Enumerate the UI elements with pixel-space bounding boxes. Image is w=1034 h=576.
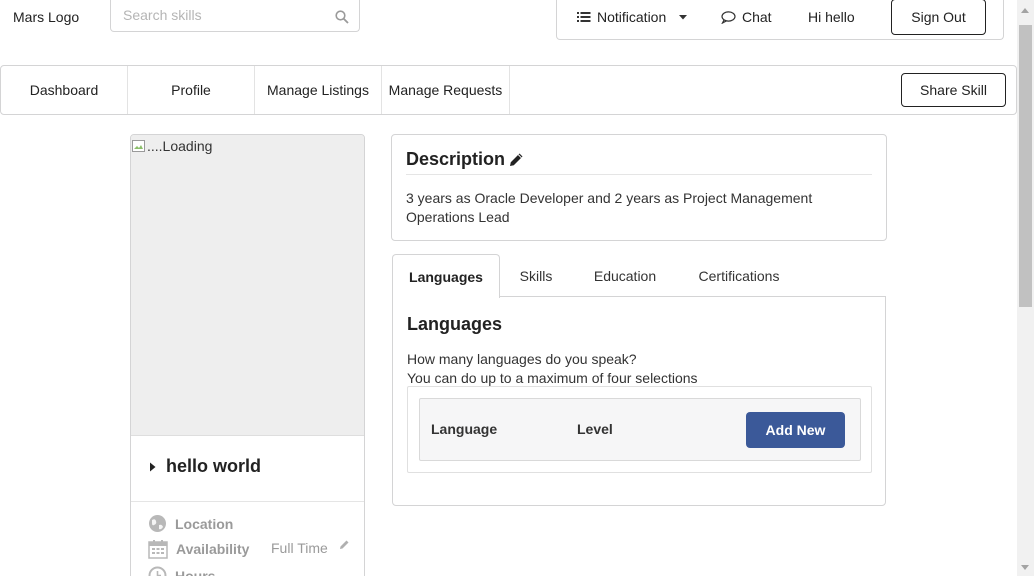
search-icon[interactable]	[335, 10, 349, 24]
languages-question: How many languages do you speak?	[407, 351, 637, 367]
broken-image-icon	[132, 140, 145, 152]
share-skill-button[interactable]: Share Skill	[901, 73, 1006, 107]
chat-label: Chat	[742, 9, 772, 25]
chat-link[interactable]: Chat	[721, 9, 772, 25]
pencil-icon[interactable]	[339, 539, 350, 550]
column-level: Level	[577, 421, 613, 437]
chat-icon	[721, 10, 736, 24]
description-text: 3 years as Oracle Developer and 2 years …	[406, 190, 813, 225]
search-box	[110, 0, 360, 32]
page-scrollbar[interactable]	[1017, 0, 1034, 576]
languages-panel: Languages How many languages do you spea…	[392, 296, 886, 506]
availability-value: Full Time	[271, 540, 328, 556]
tab-languages[interactable]: Languages	[392, 254, 500, 298]
calendar-icon	[148, 540, 168, 559]
top-menu: Notification Chat Hi hello Sign Out	[556, 0, 1004, 40]
profile-image: ....Loading	[131, 135, 364, 436]
location-label: Location	[175, 515, 234, 532]
column-language: Language	[431, 421, 498, 437]
description-heading: Description	[406, 149, 524, 170]
description-divider	[406, 174, 872, 175]
main-nav: Dashboard Profile Manage Listings Manage…	[0, 65, 1017, 115]
scroll-thumb[interactable]	[1019, 25, 1032, 307]
pencil-icon[interactable]	[509, 152, 524, 167]
hours-row: Hours	[148, 566, 215, 576]
mars-logo[interactable]: Mars Logo	[13, 9, 79, 25]
tab-certifications[interactable]: Certifications	[688, 254, 790, 297]
nav-dashboard[interactable]: Dashboard	[1, 66, 128, 114]
nav-manage-requests[interactable]: Manage Requests	[382, 66, 510, 114]
availability-row: Availability	[148, 539, 249, 559]
scroll-down-arrow-icon[interactable]	[1021, 565, 1029, 570]
hours-label: Hours	[175, 567, 216, 576]
tab-education[interactable]: Education	[583, 254, 667, 297]
languages-table-wrapper: Language Level Add New	[407, 386, 872, 473]
nav-manage-listings[interactable]: Manage Listings	[255, 66, 382, 114]
globe-icon	[149, 515, 166, 532]
languages-title: Languages	[407, 314, 503, 334]
languages-instructions: How many languages do you speak? You can…	[407, 350, 698, 388]
add-new-language-button[interactable]: Add New	[746, 412, 845, 448]
caret-right-icon	[150, 462, 156, 471]
image-alt-text: ....Loading	[131, 138, 212, 154]
availability-label: Availability	[176, 541, 250, 557]
notification-label: Notification	[597, 9, 667, 25]
notification-dropdown[interactable]: Notification	[577, 9, 688, 25]
profile-name[interactable]: hello world	[149, 456, 261, 477]
clock-icon	[148, 566, 167, 576]
location-row: Location	[148, 514, 233, 533]
search-input[interactable]	[111, 0, 331, 30]
tab-skills[interactable]: Skills	[506, 254, 566, 297]
scroll-up-arrow-icon[interactable]	[1021, 8, 1029, 13]
description-card: Description 3 years as Oracle Developer …	[391, 134, 887, 241]
languages-table-header: Language Level Add New	[419, 398, 861, 461]
nav-profile[interactable]: Profile	[128, 66, 255, 114]
user-greeting[interactable]: Hi hello	[808, 9, 855, 25]
sign-out-button[interactable]: Sign Out	[891, 0, 986, 35]
list-icon	[577, 12, 591, 22]
profile-tabs: Languages Skills Education Certification…	[391, 254, 887, 298]
profile-card: ....Loading hello world Location Availab…	[130, 134, 365, 576]
card-divider	[131, 501, 364, 502]
caret-down-icon	[679, 15, 688, 20]
